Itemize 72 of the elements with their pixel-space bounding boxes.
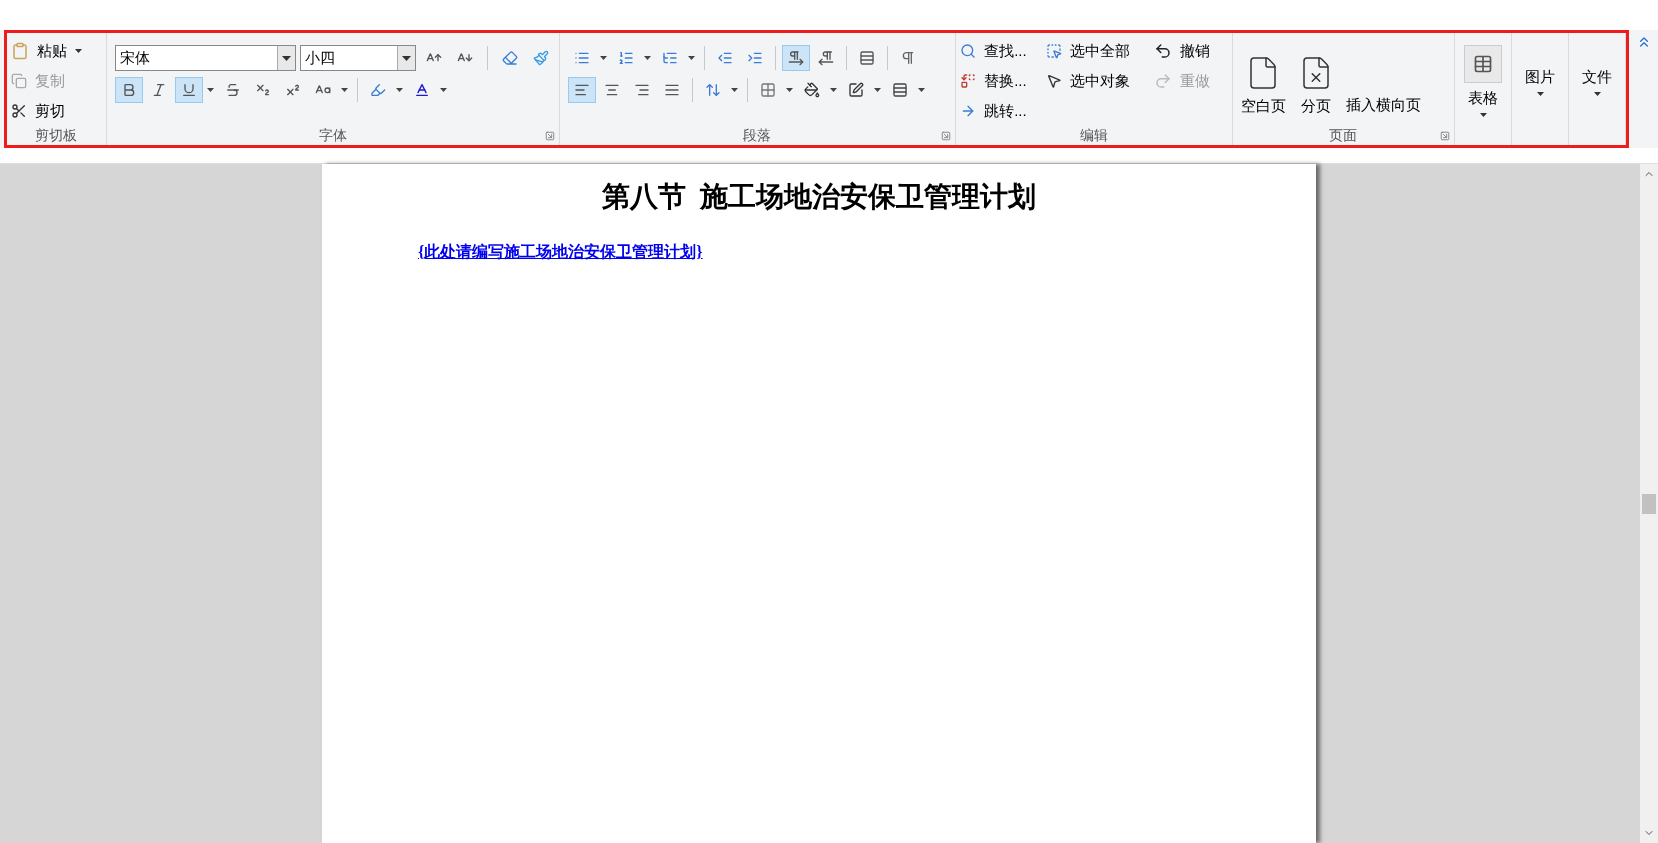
table-button[interactable]: 表格 (1464, 44, 1503, 118)
text-direction-icon (817, 50, 834, 66)
text-direction-button[interactable] (781, 45, 810, 71)
font-name-dropdown[interactable]: 宋体 (114, 45, 297, 71)
dialog-launcher-icon[interactable] (1440, 131, 1451, 141)
increase-indent-icon (746, 50, 763, 66)
redo-icon (1154, 72, 1173, 90)
go-to-button[interactable]: 跳转... (960, 97, 1047, 125)
line-spacing-icon (704, 82, 721, 98)
file-button[interactable]: 文件 (1582, 65, 1613, 97)
text-direction-icon (787, 50, 804, 66)
vertical-scrollbar[interactable] (1640, 164, 1658, 843)
picture-button[interactable]: 图片 (1525, 65, 1556, 97)
decrease-indent-icon (716, 50, 733, 66)
dropdown-caret-icon (401, 55, 411, 61)
bullet-list-icon (573, 50, 590, 66)
align-right-icon (633, 82, 650, 98)
align-justify-icon (663, 82, 680, 98)
replace-icon (960, 73, 977, 89)
select-all-button[interactable]: 选中全部 (1046, 37, 1155, 65)
page-break-button[interactable]: 分页 (1297, 54, 1334, 117)
bold-button[interactable] (114, 77, 143, 103)
subscript-icon (254, 82, 271, 98)
group-label: 段落 (743, 125, 772, 145)
dashed-selection-icon (1046, 43, 1063, 59)
scissors-icon (11, 103, 27, 119)
dropdown-caret-icon (75, 49, 82, 53)
dialog-launcher-icon[interactable] (941, 131, 952, 141)
strikethrough-icon (224, 82, 241, 98)
dropdown-caret-icon (1593, 92, 1601, 97)
underline-icon (180, 82, 197, 98)
paste-button[interactable]: 粘贴 (11, 37, 102, 65)
undo-icon (1154, 42, 1173, 60)
clipboard-icon (11, 42, 29, 60)
dropdown-caret-icon (282, 55, 292, 61)
align-left-button[interactable] (567, 77, 596, 103)
group-label: 编辑 (1079, 125, 1108, 145)
undo-button[interactable]: 撤销 (1154, 37, 1227, 65)
font-size-dropdown[interactable]: 小四 (300, 45, 416, 71)
document-heading: 第八节 施工场地治安保卫管理计划 (601, 180, 1037, 214)
replace-button[interactable]: 替换... (960, 67, 1047, 95)
align-left-icon (573, 82, 590, 98)
select-objects-button[interactable]: 选中对象 (1046, 67, 1155, 95)
cut-button[interactable]: 剪切 (11, 97, 102, 125)
font-color-icon (413, 82, 430, 98)
border-color-icon (847, 82, 864, 98)
dropdown-caret-icon (1479, 113, 1487, 118)
dropdown-caret-icon (1536, 92, 1544, 97)
placeholder-link[interactable]: {此处请编写施工场地治安保卫管理计划} (418, 243, 703, 260)
borders-icon (759, 82, 776, 98)
group-label: 字体 (318, 125, 347, 145)
border-style-icon (891, 82, 908, 98)
align-center-icon (603, 82, 620, 98)
pointer-icon (1046, 73, 1063, 89)
format-painter-icon (533, 50, 550, 66)
search-icon (960, 43, 977, 59)
numbered-list-icon (617, 50, 634, 66)
shading-icon (803, 82, 820, 98)
copy-icon (11, 73, 27, 89)
clear-format-icon (501, 50, 518, 66)
dialog-launcher-icon[interactable] (544, 131, 555, 141)
landscape-page-button[interactable]: 插入横向页 (1345, 93, 1421, 117)
group-label: 页面 (1329, 125, 1358, 145)
group-label: 剪切板 (35, 125, 78, 145)
scrollbar-thumb[interactable] (1642, 493, 1656, 514)
blank-page-button[interactable]: 空白页 (1240, 54, 1286, 117)
multilevel-list-icon (661, 50, 678, 66)
table-icon (1464, 44, 1503, 83)
underline-button[interactable] (174, 77, 203, 103)
highlight-icon (369, 82, 386, 98)
superscript-icon (284, 82, 301, 98)
find-button[interactable]: 查找... (960, 37, 1047, 65)
